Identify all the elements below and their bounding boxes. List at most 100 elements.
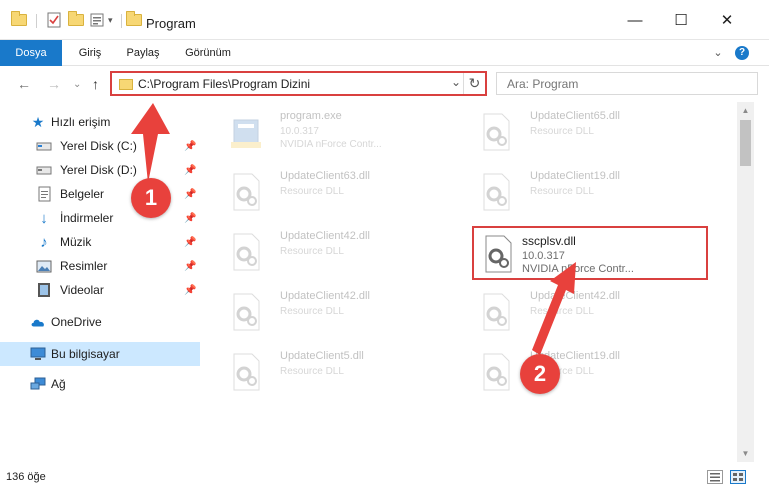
file-name: UpdateClient5.dll [280, 350, 364, 362]
new-folder-icon[interactable] [68, 11, 84, 29]
sidebar-item-drive-d[interactable]: Yerel Disk (D:) 📌 [0, 158, 200, 182]
file-description: Resource DLL [530, 126, 594, 137]
pin-icon: 📌 [184, 188, 197, 200]
scroll-up-icon[interactable]: ▲ [737, 102, 754, 119]
tab-home[interactable]: Giriş [70, 40, 110, 66]
file-item-highlighted[interactable]: sscplsv.dll 10.0.317 NVIDIA nForce Contr… [472, 226, 708, 280]
file-item[interactable]: UpdateClient42.dll Resource DLL [220, 284, 456, 338]
sidebar-item-drive-c[interactable]: Yerel Disk (C:) 📌 [0, 134, 200, 158]
title-bar: ▾ Program — ☐ ✕ [0, 0, 769, 40]
sidebar-item-network[interactable]: Ağ [0, 372, 200, 396]
file-description: Resource DLL [280, 186, 344, 197]
status-bar: 136 öğe [0, 462, 769, 502]
file-name: UpdateClient42.dll [280, 290, 370, 302]
file-description: Resource DLL [530, 306, 594, 317]
file-item[interactable]: program.exe 10.0.317 NVIDIA nForce Contr… [220, 104, 456, 158]
sidebar-item-music[interactable]: ♪ Müzik 📌 [0, 230, 200, 254]
pin-icon: 📌 [184, 212, 197, 224]
file-item[interactable]: UpdateClient42.dll Resource DLL [470, 284, 706, 338]
tiles-view-icon[interactable] [730, 470, 746, 484]
cloud-icon [30, 314, 46, 330]
dll-icon [478, 112, 514, 152]
forward-button[interactable]: → [47, 76, 61, 92]
address-bar[interactable]: C:\Program Files\Program Dizini ⌄ ↻ [110, 71, 487, 96]
tab-file[interactable]: Dosya [0, 40, 62, 66]
pin-icon: 📌 [184, 140, 197, 152]
file-list: program.exe 10.0.317 NVIDIA nForce Contr… [200, 102, 737, 462]
customize-qa-icon[interactable] [90, 11, 106, 29]
pin-icon: 📌 [184, 284, 197, 296]
sidebar-item-videos[interactable]: Videolar 📌 [0, 278, 200, 302]
star-icon: ★ [31, 113, 45, 130]
dll-icon [478, 352, 514, 392]
file-name: UpdateClient42.dll [530, 290, 620, 302]
pin-icon: 📌 [184, 236, 197, 248]
documents-icon [36, 186, 52, 202]
pictures-icon [36, 258, 52, 274]
expand-ribbon-icon[interactable]: ⌄ [710, 40, 726, 66]
properties-icon[interactable] [46, 11, 62, 29]
scroll-down-icon[interactable]: ▼ [737, 445, 754, 462]
search-box[interactable] [496, 72, 758, 95]
dll-icon [228, 172, 264, 212]
file-item[interactable]: UpdateClient63.dll Resource DLL [220, 164, 456, 218]
music-icon: ♪ [40, 233, 48, 251]
sidebar-item-label: Resimler [60, 259, 108, 273]
ribbon-tabs: Dosya Giriş Paylaş Görünüm ⌄ ? [0, 40, 769, 66]
file-item[interactable]: UpdateClient19.dll Resource DLL [470, 164, 706, 218]
window-title: Program [146, 16, 196, 31]
file-item[interactable]: UpdateClient65.dll Resource DLL [470, 104, 706, 158]
network-icon [30, 376, 46, 392]
dll-icon [478, 292, 514, 332]
file-item[interactable]: UpdateClient5.dll Resource DLL [220, 344, 456, 398]
file-description: Resource DLL [280, 246, 344, 257]
file-name: UpdateClient65.dll [530, 110, 620, 122]
file-item[interactable]: UpdateClient19.dll Resource DLL [470, 344, 706, 398]
details-view-icon[interactable] [707, 470, 723, 484]
minimize-button[interactable]: — [612, 0, 658, 40]
help-icon[interactable]: ? [735, 46, 749, 60]
folder-icon [119, 79, 133, 90]
file-name: UpdateClient42.dll [280, 230, 370, 242]
sidebar-item-label: Belgeler [60, 187, 105, 201]
tab-share[interactable]: Paylaş [118, 40, 168, 66]
sidebar-item-label: Yerel Disk (D:) [60, 163, 137, 177]
exe-icon [228, 112, 264, 152]
sidebar-item-downloads[interactable]: ↓ İndirmeler 📌 [0, 206, 200, 230]
dll-icon [228, 292, 264, 332]
scroll-thumb[interactable] [740, 120, 751, 166]
file-version: 10.0.317 [522, 250, 565, 262]
chevron-down-icon[interactable]: ⌄ [451, 75, 461, 89]
folder-icon [11, 11, 27, 29]
address-path[interactable]: C:\Program Files\Program Dizini [138, 77, 310, 91]
dll-icon [228, 352, 264, 392]
maximize-button[interactable]: ☐ [658, 0, 704, 40]
up-button[interactable]: ↑ [92, 76, 99, 92]
computer-icon [30, 346, 46, 362]
search-input[interactable] [497, 73, 757, 94]
chevron-down-icon[interactable]: ▾ [108, 11, 113, 29]
sidebar-item-this-pc[interactable]: Bu bilgisayar [0, 342, 200, 366]
sidebar-item-label: OneDrive [51, 315, 102, 329]
drive-icon [36, 138, 52, 154]
recent-locations-icon[interactable]: ⌄ [73, 79, 81, 90]
tab-view[interactable]: Görünüm [176, 40, 240, 66]
step-1-badge: 1 [131, 178, 171, 218]
sidebar-item-label: Hızlı erişim [51, 115, 111, 129]
file-item[interactable]: UpdateClient42.dll Resource DLL [220, 224, 456, 278]
file-description: NVIDIA nForce Contr... [280, 139, 382, 150]
back-button[interactable]: ← [17, 76, 31, 92]
sidebar-item-onedrive[interactable]: OneDrive [0, 310, 200, 334]
sidebar-item-quick-access[interactable]: ★ Hızlı erişim [0, 110, 200, 134]
downloads-icon: ↓ [40, 209, 48, 227]
sidebar-item-label: Müzik [60, 235, 92, 249]
file-name: UpdateClient63.dll [280, 170, 370, 182]
dll-icon [228, 232, 264, 272]
refresh-button[interactable]: ↻ [463, 73, 485, 94]
divider [121, 14, 122, 28]
sidebar-item-pictures[interactable]: Resimler 📌 [0, 254, 200, 278]
close-button[interactable]: ✕ [704, 0, 750, 40]
pin-icon: 📌 [184, 164, 197, 176]
vertical-scrollbar[interactable]: ▲ ▼ [737, 102, 754, 462]
dll-icon [480, 234, 516, 274]
